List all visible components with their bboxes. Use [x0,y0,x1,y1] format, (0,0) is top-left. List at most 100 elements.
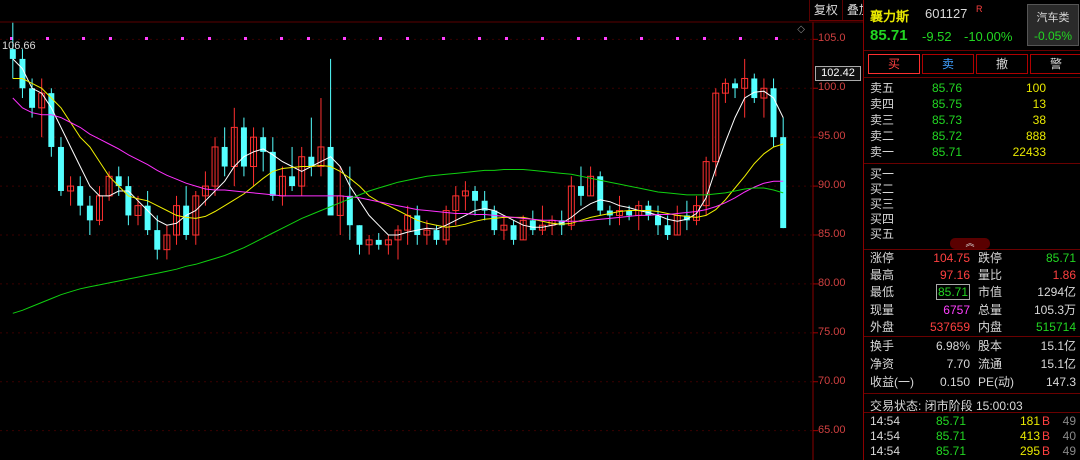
candle-body [77,186,84,206]
order-volume: 888 [1025,129,1046,143]
kline-chart[interactable] [0,0,863,460]
indicator-mark [775,37,778,40]
stat-label: 涨停 [870,251,895,265]
indicator-mark [604,37,607,40]
indicator-mark [541,37,544,40]
sell-order-row[interactable]: 卖二 85.72 888 [870,128,1076,144]
sell-order-row[interactable]: 卖五 85.76 100 [870,80,1076,96]
stat-value: 15.1亿 [1040,339,1076,353]
sell-order-row[interactable]: 卖四 85.75 13 [870,96,1076,112]
candle-body [510,225,517,240]
candle-body [346,195,353,226]
stat-value: 7.70 [946,357,970,371]
stat-value: 97.16 [939,268,970,283]
price-change: -9.52 [922,29,952,44]
candle-body [491,210,498,231]
indicator-mark [703,37,706,40]
divider [864,50,1080,51]
stat-value: 1.86 [1052,268,1076,283]
indicator-mark [406,37,409,40]
y-tick-label: 70.00 [818,374,846,387]
order-price: 85.75 [932,97,963,111]
order-volume: 100 [1025,81,1046,95]
tick-volume: 413 [1019,429,1040,443]
stat-value-boxed: 85.71 [935,284,970,301]
buy-button[interactable]: 买 [868,54,920,74]
tick-direction: B [1042,444,1051,458]
order-label: 买二 [870,182,895,196]
stat-value: 515714 [1035,319,1076,334]
order-price: 85.72 [932,129,963,143]
stat-label: 量比 [978,268,1003,283]
stock-name: 襄力斯 [870,9,910,24]
divider [864,77,1080,78]
tick-time: 14:54 [870,414,901,428]
sell-order-row[interactable]: 卖一 85.71 22433 [870,144,1076,160]
indicator-mark [244,37,247,40]
cancel-order-button[interactable]: 撤 [976,54,1028,74]
candle-body [240,127,247,167]
indicator-mark [640,37,643,40]
indicator-mark [379,37,382,40]
y-tick-label: 90.00 [818,179,846,192]
kline-chart-area[interactable]: 106.66 ◇ 102.42 105.0 100.0 95.00 90.00 85.0… [0,0,863,460]
buy-order-row[interactable]: 买四 [870,211,1076,227]
sell-order-row[interactable]: 卖三 85.73 38 [870,112,1076,128]
sector-pct: -0.05% [1033,29,1073,43]
candle-body [626,210,633,216]
alert-button[interactable]: 警 [1030,54,1080,74]
stat-value: 15.1亿 [1040,357,1076,371]
price-change-pct: -10.00% [964,29,1013,44]
candle-body [48,93,55,147]
stat-row: 换手 6.98% 股本 15.1亿 [870,338,1076,355]
y-tick-label: 65.00 [818,423,846,436]
sector-button[interactable]: 汽车类 -0.05% [1027,4,1079,46]
candle-body [375,239,382,245]
stat-value: 537659 [929,319,970,334]
candle-body [751,78,758,99]
stat-value: 105.3万 [1033,302,1076,317]
order-label: 卖三 [870,113,895,127]
order-price: 85.71 [932,145,963,159]
buy-order-row[interactable]: 买二 [870,181,1076,197]
y-tick-label: 75.00 [818,325,846,338]
stat-value: 147.3 [1045,375,1076,389]
tick-price: 85.71 [936,429,967,443]
stat-label: 市值 [978,285,1003,300]
order-volume: 13 [1032,97,1046,111]
toolbar-button[interactable]: 复权 [808,0,842,20]
order-label: 卖一 [870,145,895,159]
diamond-icon[interactable]: ◇ [797,24,805,35]
buy-order-row[interactable]: 买三 [870,196,1076,212]
candle-body [433,230,440,240]
stat-label: 净资 [870,357,895,371]
order-label: 买一 [870,167,895,181]
order-volume: 38 [1032,113,1046,127]
candle-body [356,225,363,245]
tick-price: 85.71 [936,414,967,428]
candle-body [125,186,132,216]
candle-body [183,205,190,235]
sell-button[interactable]: 卖 [922,54,974,74]
candle-body [664,225,671,235]
candle-body [221,146,228,167]
stat-row: 涨停 104.75 跌停 85.71 [870,250,1076,267]
indicator-mark [739,37,742,40]
candle-body [577,186,584,196]
buy-order-row[interactable]: 买一 [870,166,1076,182]
stat-label: 最低 [870,285,895,300]
divider [864,336,1080,337]
candle-body [144,205,151,231]
order-label: 卖四 [870,97,895,111]
y-tick-label: 85.00 [818,228,846,240]
candle-body [780,137,787,229]
order-price: 85.73 [932,113,963,127]
candle-body [154,230,161,250]
stat-row: 现量 6757 总量 105.3万 [870,302,1076,319]
candle-body [597,176,604,211]
tick-volume: 181 [1019,414,1040,428]
tick-row: 14:54 85.71 413 B 40 [870,429,1076,444]
candle-body [529,220,536,231]
chevron-up-icon[interactable]: ︽ [950,238,990,249]
r-mark: R [976,4,983,14]
